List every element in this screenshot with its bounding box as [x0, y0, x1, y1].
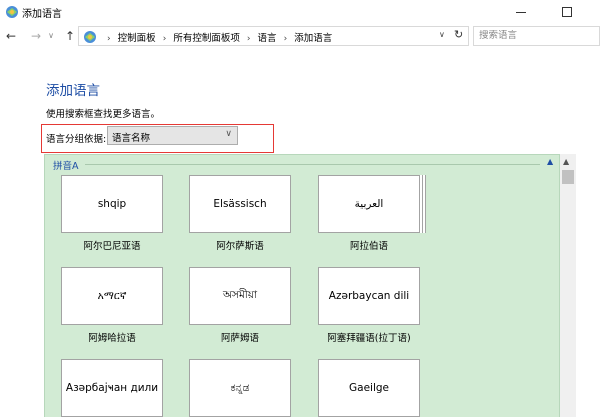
language-tile[interactable]: অসমীয়া [189, 267, 291, 325]
breadcrumb-control-panel[interactable]: 控制面板 [118, 33, 156, 44]
grouping-label: 语言分组依据: [46, 134, 107, 145]
recent-locations-chevron-icon[interactable]: ∨ [44, 28, 58, 44]
language-tile[interactable]: አማርኛ [61, 267, 163, 325]
scrollbar-thumb[interactable] [562, 170, 574, 184]
language-tile[interactable]: العربية [318, 175, 420, 233]
language-tile[interactable]: Azərbaycan dili [318, 267, 420, 325]
language-native-name: অসমীয়া [222, 288, 258, 301]
window-title: 添加语言 [22, 9, 62, 20]
maximize-button[interactable] [544, 0, 590, 24]
language-native-name: Азәрбајҹан дили [65, 382, 159, 394]
control-panel-icon [84, 31, 96, 43]
grouping-dropdown[interactable]: 语言名称 ∨ [107, 126, 238, 145]
description-text: 使用搜索框查找更多语言。 [46, 109, 161, 120]
language-name: 阿塞拜疆语(拉丁语) [327, 333, 411, 344]
page-title: 添加语言 [46, 83, 100, 99]
refresh-icon[interactable]: ↻ [454, 28, 463, 41]
collapse-group-icon[interactable]: ▲ [547, 157, 553, 166]
language-native-name: Gaeilge [349, 382, 389, 394]
language-native-name: Elsässisch [213, 198, 267, 210]
language-native-name: ಕನ್ನಡ [230, 381, 250, 394]
breadcrumb-separator-icon[interactable]: › [247, 34, 251, 44]
group-divider [85, 164, 540, 165]
group-header[interactable]: 拼音A [53, 158, 79, 172]
language-tile[interactable]: ಕನ್ನಡ [189, 359, 291, 417]
language-list-panel: 拼音A ▲ shqip 阿尔巴尼亚语 Elsässisch 阿尔萨斯语 العر… [44, 154, 560, 417]
breadcrumb-language[interactable]: 语言 [258, 33, 277, 44]
breadcrumb-all-items[interactable]: 所有控制面板项 [173, 33, 240, 44]
language-tile[interactable]: shqip [61, 175, 163, 233]
scroll-up-arrow-icon[interactable]: ▲ [563, 157, 569, 166]
title-bar: 添加语言 [0, 0, 600, 24]
back-arrow-icon[interactable]: ← [4, 28, 18, 44]
search-field[interactable] [473, 26, 600, 46]
breadcrumb-add-language[interactable]: 添加语言 [294, 33, 332, 44]
language-tile[interactable]: Азәрбајҹан дили [61, 359, 163, 417]
grouping-dropdown-value: 语言名称 [112, 133, 151, 144]
language-tile[interactable]: Gaeilge [318, 359, 420, 417]
address-bar[interactable]: › 控制面板 › 所有控制面板项 › 语言 › 添加语言 ∨ ↻ [78, 26, 469, 46]
navigation-bar: ← → ∨ ↑ › 控制面板 › 所有控制面板项 › 语言 › 添加语言 ∨ ↻ [0, 25, 600, 47]
up-arrow-icon[interactable]: ↑ [63, 28, 77, 44]
search-input[interactable] [479, 30, 594, 41]
language-native-name: Azərbaycan dili [328, 290, 410, 302]
language-native-name: العربية [354, 198, 384, 210]
breadcrumb-separator-icon[interactable]: › [107, 34, 111, 44]
breadcrumb-separator-icon[interactable]: › [163, 34, 167, 44]
language-name: 阿尔巴尼亚语 [83, 241, 141, 252]
language-name: 阿拉伯语 [349, 241, 388, 252]
breadcrumb-separator-icon[interactable]: › [284, 34, 288, 44]
chevron-down-icon: ∨ [225, 129, 232, 139]
vertical-scrollbar[interactable]: ▲ [560, 154, 576, 417]
language-name: 阿尔萨斯语 [216, 241, 264, 252]
language-name: 阿姆哈拉语 [88, 333, 136, 344]
forward-arrow-icon[interactable]: → [29, 28, 43, 44]
language-name: 阿萨姆语 [220, 333, 259, 344]
language-native-name: shqip [97, 198, 127, 210]
breadcrumb: › 控制面板 › 所有控制面板项 › 语言 › 添加语言 [103, 30, 332, 44]
language-tile[interactable]: Elsässisch [189, 175, 291, 233]
language-native-name: አማርኛ [97, 289, 127, 302]
control-panel-icon [6, 6, 18, 18]
minimize-button[interactable] [498, 0, 544, 24]
address-dropdown-chevron-icon[interactable]: ∨ [439, 30, 445, 39]
